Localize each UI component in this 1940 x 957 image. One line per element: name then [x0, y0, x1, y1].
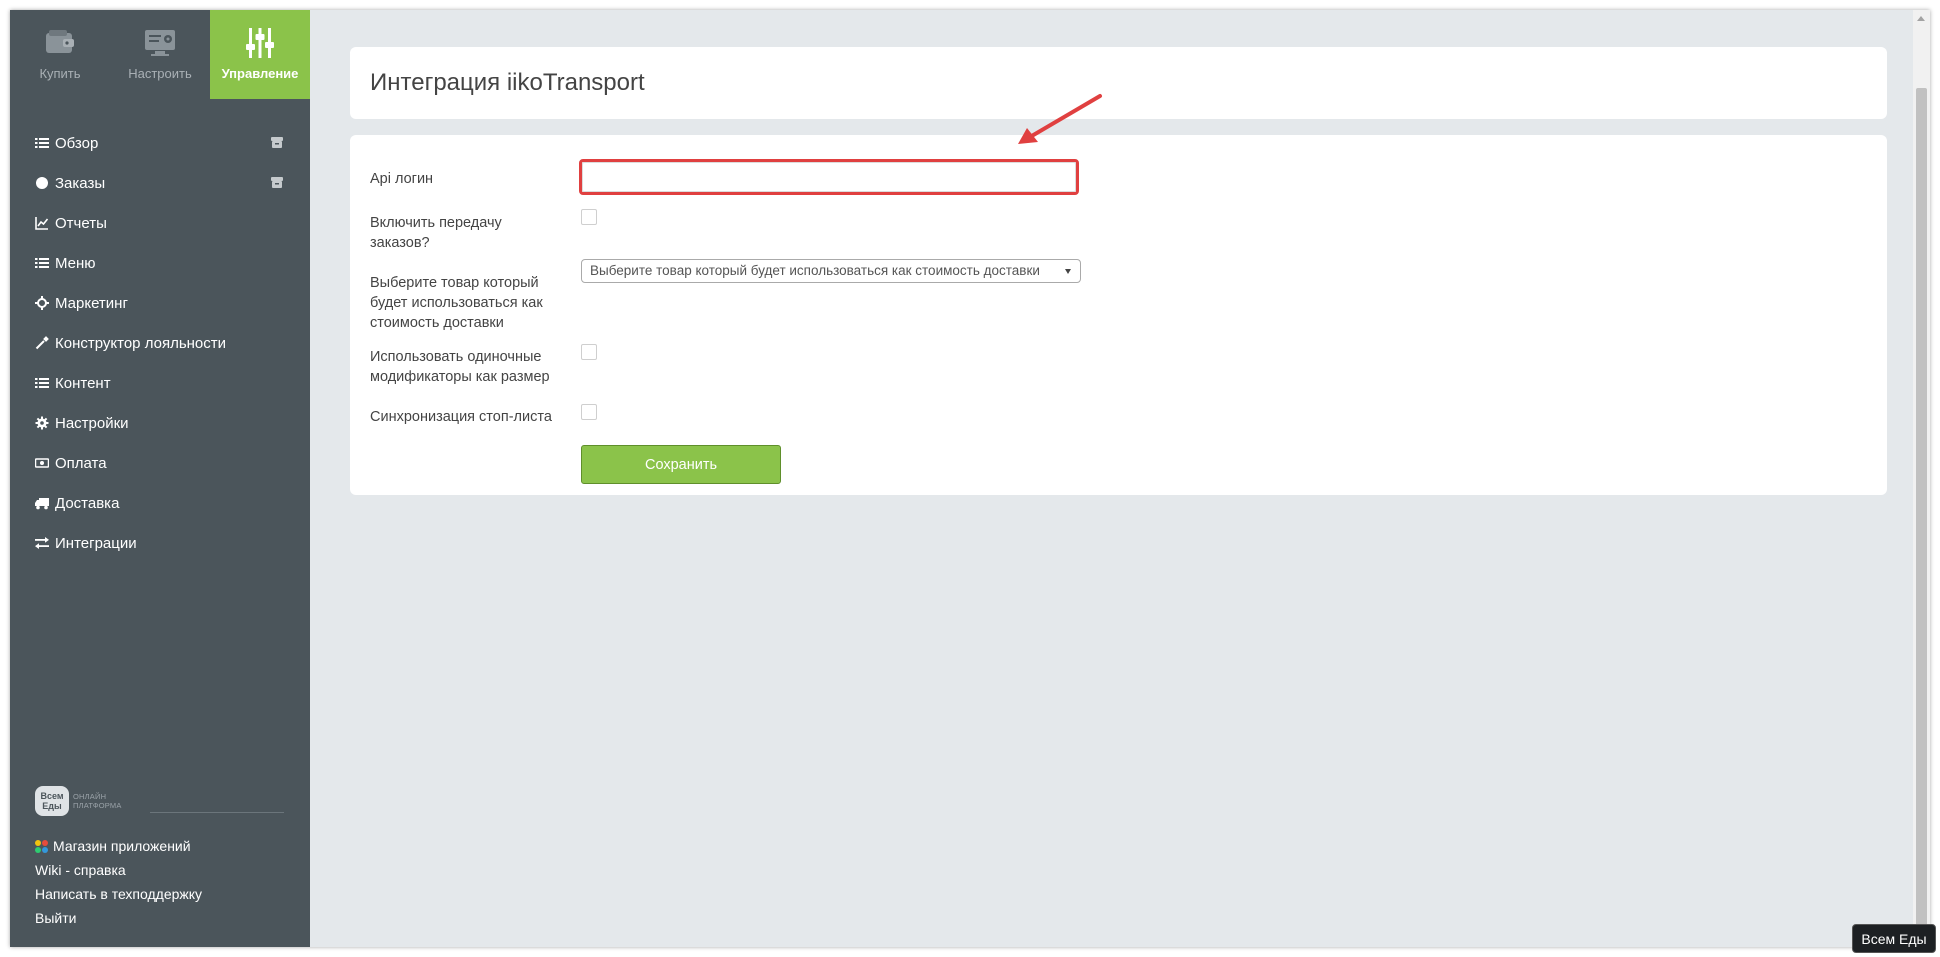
sidebar-item-label: Интеграции — [55, 534, 137, 552]
vertical-scrollbar[interactable] — [1913, 10, 1930, 947]
sidebar-item-label: Заказы — [55, 174, 106, 192]
scrollbar-thumb[interactable] — [1916, 88, 1927, 933]
circle-icon — [35, 176, 49, 190]
page-title: Интеграция iikoTransport — [370, 69, 645, 96]
tab-configure-label: Настроить — [128, 66, 192, 81]
sidebar-item-label: Меню — [55, 254, 96, 272]
top-tabs: Купить Настроить Управление — [10, 10, 310, 99]
sidebar-item-label: Отчеты — [55, 214, 107, 232]
delivery-product-select[interactable]: Выберите товар который будет использоват… — [581, 259, 1081, 283]
sidebar-item-orders[interactable]: Заказы — [10, 163, 310, 203]
tab-buy-label: Купить — [39, 66, 81, 81]
annotation-arrow-icon — [1018, 94, 1102, 144]
exchange-icon — [35, 536, 49, 550]
enable-orders-label: Включить передачу заказов? — [370, 215, 502, 251]
logout-link[interactable]: Выйти — [35, 906, 202, 930]
stoplist-sync-checkbox[interactable] — [581, 404, 597, 420]
chevron-down-icon — [1065, 269, 1071, 274]
support-link[interactable]: Написать в техподдержку — [35, 882, 202, 906]
integration-form: Api логин Включить передачу заказов? Выб… — [350, 135, 1887, 495]
brand: Всем Еды ОНЛАЙН ПЛАТФОРМА — [35, 786, 122, 816]
sidebar-item-overview[interactable]: Обзор — [10, 123, 310, 163]
save-button[interactable]: Сохранить — [581, 445, 781, 484]
gear-icon — [35, 416, 49, 430]
api-login-input[interactable] — [582, 162, 1076, 192]
sidebar-item-label: Доставка — [55, 494, 120, 512]
sidebar-item-label: Настройки — [55, 414, 129, 432]
api-login-label: Api логин — [370, 171, 434, 187]
sidebar-item-reports[interactable]: Отчеты — [10, 203, 310, 243]
magic-wand-icon — [35, 336, 49, 350]
app-store-link[interactable]: Магазин приложений — [35, 834, 202, 858]
sidebar-item-label: Оплата — [55, 454, 107, 472]
wiki-link[interactable]: Wiki - справка — [35, 858, 202, 882]
sliders-icon — [246, 28, 274, 58]
money-icon — [35, 456, 49, 470]
sidebar-item-label: Контент — [55, 374, 111, 392]
line-chart-icon — [35, 216, 49, 230]
single-modifiers-label: Использовать одиночные модификаторы как … — [370, 349, 550, 385]
brand-logo: Всем Еды — [35, 786, 69, 816]
brand-divider — [150, 812, 284, 813]
sidebar-item-delivery[interactable]: Доставка — [10, 483, 310, 523]
sidebar: Купить Настроить Управление Обзор Заказы… — [10, 10, 310, 947]
sidebar-nav: Обзор Заказы Отчеты Меню Маркетинг Конст… — [10, 123, 310, 563]
brand-tagline: ОНЛАЙН ПЛАТФОРМА — [73, 792, 122, 810]
sidebar-item-menu[interactable]: Меню — [10, 243, 310, 283]
sidebar-item-label: Маркетинг — [55, 294, 128, 312]
brand-badge: Всем Еды — [1852, 924, 1936, 953]
tab-buy[interactable]: Купить — [10, 10, 110, 99]
tab-manage[interactable]: Управление — [210, 10, 310, 99]
single-modifiers-checkbox[interactable] — [581, 344, 597, 360]
sidebar-item-loyalty[interactable]: Конструктор лояльности — [10, 323, 310, 363]
archive-icon — [271, 177, 283, 188]
sidebar-item-content[interactable]: Контент — [10, 363, 310, 403]
sidebar-item-marketing[interactable]: Маркетинг — [10, 283, 310, 323]
tab-manage-label: Управление — [221, 66, 299, 81]
footer-links: Магазин приложений Wiki - справка Написа… — [35, 834, 202, 930]
delivery-product-label: Выберите товар который будет использоват… — [370, 275, 543, 331]
sidebar-item-label: Обзор — [55, 134, 99, 152]
crosshair-icon — [35, 296, 49, 310]
archive-icon — [271, 137, 283, 148]
scroll-up-icon[interactable] — [1917, 16, 1925, 21]
truck-icon — [35, 496, 49, 510]
app-frame: Купить Настроить Управление Обзор Заказы… — [10, 10, 1930, 947]
stoplist-sync-label: Синхронизация стоп-листа — [370, 409, 552, 425]
list-icon — [35, 136, 49, 150]
delivery-product-selected: Выберите товар который будет использоват… — [590, 263, 1040, 278]
settings-monitor-icon — [145, 30, 175, 56]
enable-orders-checkbox[interactable] — [581, 209, 597, 225]
wallet-icon — [46, 30, 74, 53]
list-icon — [35, 376, 49, 390]
page-header: Интеграция iikoTransport — [350, 47, 1887, 119]
sidebar-item-payment[interactable]: Оплата — [10, 443, 310, 483]
tab-configure[interactable]: Настроить — [110, 10, 210, 99]
list-icon — [35, 256, 49, 270]
api-login-highlight — [579, 159, 1079, 195]
sidebar-item-integrations[interactable]: Интеграции — [10, 523, 310, 563]
apps-icon — [35, 839, 48, 853]
sidebar-item-label: Конструктор лояльности — [55, 334, 227, 352]
sidebar-item-settings[interactable]: Настройки — [10, 403, 310, 443]
